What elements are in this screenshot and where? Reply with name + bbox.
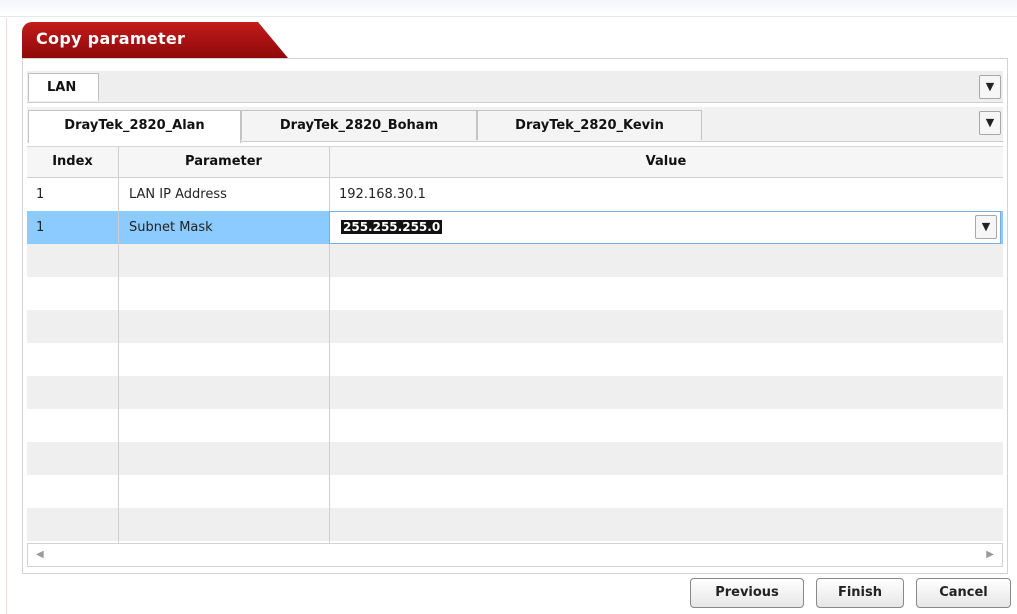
- column-header-parameter[interactable]: Parameter: [118, 147, 329, 177]
- empty-row: [27, 508, 1003, 541]
- row-value: 192.168.30.1: [339, 187, 426, 202]
- parameter-table: Index Parameter Value 1 LAN IP Address 1…: [27, 146, 1003, 544]
- empty-row: [27, 244, 1003, 277]
- category-tab-bar: [27, 71, 1003, 103]
- category-tab-lan[interactable]: LAN: [28, 73, 99, 101]
- value-dropdown-button[interactable]: ▼: [975, 215, 997, 239]
- scroll-left-arrow-icon[interactable]: ◀: [36, 549, 44, 560]
- chevron-down-icon: ▼: [985, 80, 995, 93]
- column-header-index[interactable]: Index: [27, 147, 118, 177]
- row-parameter: Subnet Mask: [129, 220, 213, 235]
- empty-row: [27, 475, 1003, 508]
- empty-row: [27, 277, 1003, 310]
- left-border: [0, 18, 7, 614]
- tab-draytek-2820-boham[interactable]: DrayTek_2820_Boham: [241, 110, 477, 140]
- row-index: 1: [36, 187, 45, 202]
- empty-row: [27, 409, 1003, 442]
- chevron-down-icon: ▼: [985, 116, 995, 129]
- empty-row: [27, 310, 1003, 343]
- empty-row: [27, 376, 1003, 409]
- row-parameter: LAN IP Address: [129, 187, 227, 202]
- table-header: Index Parameter Value: [27, 147, 1003, 178]
- previous-button[interactable]: Previous: [690, 578, 804, 608]
- top-toolbar-strip: [0, 0, 1017, 17]
- category-dropdown-button[interactable]: ▼: [979, 75, 1001, 99]
- horizontal-scrollbar[interactable]: ◀ ▶: [27, 543, 1003, 567]
- table-row[interactable]: 1 LAN IP Address 192.168.30.1: [27, 178, 1003, 211]
- dialog-title: Copy parameter: [36, 29, 186, 48]
- chevron-down-icon: ▼: [981, 220, 991, 233]
- column-header-value[interactable]: Value: [329, 147, 1003, 177]
- empty-row: [27, 343, 1003, 376]
- finish-button[interactable]: Finish: [816, 578, 904, 608]
- column-divider: [329, 147, 330, 543]
- scroll-right-arrow-icon[interactable]: ▶: [986, 549, 994, 560]
- tab-draytek-2820-alan[interactable]: DrayTek_2820_Alan: [28, 110, 241, 143]
- subnet-mask-value-combo[interactable]: 255.255.255.0: [329, 211, 1001, 244]
- tab-draytek-2820-kevin[interactable]: DrayTek_2820_Kevin: [477, 110, 702, 140]
- cancel-button[interactable]: Cancel: [916, 578, 1011, 608]
- column-divider: [118, 147, 119, 543]
- subnet-mask-value-text[interactable]: 255.255.255.0: [341, 220, 443, 234]
- row-index: 1: [36, 220, 45, 235]
- empty-row: [27, 442, 1003, 475]
- device-tab-dropdown-button[interactable]: ▼: [979, 111, 1001, 135]
